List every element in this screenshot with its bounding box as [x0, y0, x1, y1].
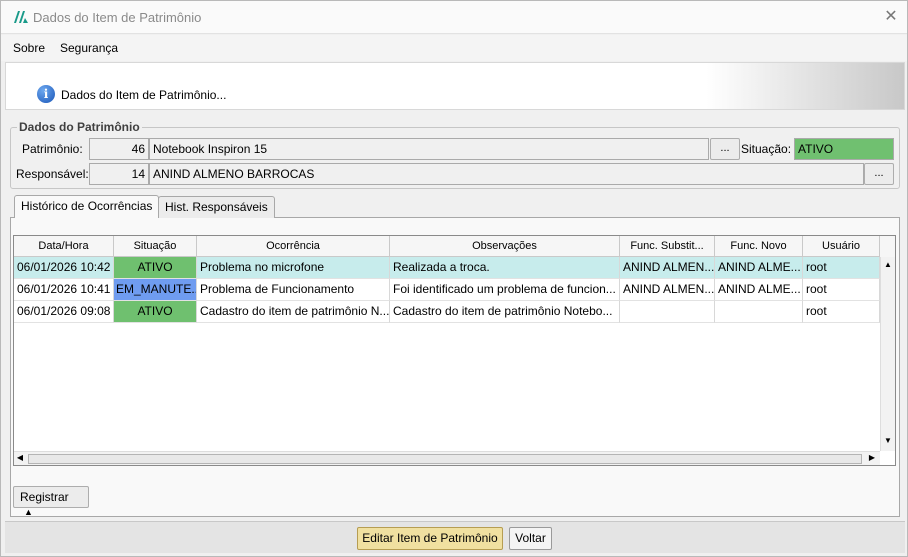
patrimonio-id-field[interactable]: 46 — [89, 138, 149, 160]
tab-hist-responsaveis[interactable]: Hist. Responsáveis — [158, 196, 275, 218]
cell-func-novo: ANIND ALME... — [715, 279, 803, 301]
horizontal-scrollbar[interactable]: ◀ ▶ — [14, 451, 880, 465]
col-func-substituto[interactable]: Func. Substit... — [620, 236, 715, 257]
cell-func-substituto: ANIND ALMEN... — [620, 279, 715, 301]
tab-historico-ocorrencias[interactable]: Histórico de Ocorrências — [14, 195, 160, 218]
header-banner: i Dados do Item de Patrimônio... — [5, 62, 905, 110]
situacao-field: ATIVO — [794, 138, 894, 160]
scroll-down-icon[interactable]: ▼ — [882, 436, 894, 445]
cell-observacoes: Foi identificado um problema de funcion.… — [390, 279, 620, 301]
cell-observacoes: Realizada a troca. — [390, 257, 620, 279]
scroll-left-icon[interactable]: ◀ — [14, 453, 26, 462]
cell-situacao: ATIVO — [114, 257, 197, 279]
col-observacoes[interactable]: Observações — [390, 236, 620, 257]
responsavel-name-field[interactable]: ANIND ALMENO BARROCAS — [149, 163, 864, 185]
cell-usuario: root — [803, 257, 880, 279]
info-icon: i — [37, 85, 55, 103]
registrar-button[interactable]: Registrar ▲ — [13, 486, 89, 517]
menu-sobre[interactable]: Sobre — [13, 41, 45, 55]
edit-item-button[interactable]: Editar Item de Patrimônio — [357, 527, 503, 550]
cell-data-hora: 06/01/2026 10:41 — [14, 279, 114, 301]
col-func-novo[interactable]: Func. Novo — [715, 236, 803, 257]
col-situacao[interactable]: Situação — [114, 236, 197, 257]
dialog-window: Dados do Item de Patrimônio ✕ Sobre Segu… — [0, 0, 908, 557]
registrar-label: Registrar — [20, 490, 69, 504]
footer-bar: Editar Item de Patrimônio Voltar — [5, 521, 905, 553]
cell-ocorrencia: Problema de Funcionamento — [197, 279, 390, 301]
patrimonio-lookup-button[interactable]: ... — [710, 138, 740, 160]
cell-data-hora: 06/01/2026 09:08 — [14, 301, 114, 323]
cell-observacoes: Cadastro do item de patrimônio Notebo... — [390, 301, 620, 323]
cell-func-substituto — [620, 301, 715, 323]
cell-func-substituto: ANIND ALMEN... — [620, 257, 715, 279]
responsavel-label: Responsável: — [16, 167, 89, 181]
patrimonio-desc-field[interactable]: Notebook Inspiron 15 — [149, 138, 709, 160]
menu-bar: Sobre Segurança — [1, 35, 907, 61]
col-data-hora[interactable]: Data/Hora — [14, 236, 114, 257]
cell-usuario: root — [803, 279, 880, 301]
cell-situacao: ATIVO — [114, 301, 197, 323]
title-bar: Dados do Item de Patrimônio ✕ — [1, 1, 907, 34]
scroll-up-icon[interactable]: ▲ — [882, 260, 894, 269]
table-row[interactable]: 06/01/2026 10:41 EM_MANUTE... Problema d… — [14, 279, 880, 301]
app-logo-icon — [14, 11, 28, 23]
cell-ocorrencia: Problema no microfone — [197, 257, 390, 279]
cell-func-novo — [715, 301, 803, 323]
back-button[interactable]: Voltar — [509, 527, 552, 550]
responsavel-lookup-button[interactable]: ... — [864, 163, 894, 185]
ocorrencias-table: Data/Hora Situação Ocorrência Observaçõe… — [13, 235, 896, 466]
cell-data-hora: 06/01/2026 10:42 — [14, 257, 114, 279]
close-icon[interactable]: ✕ — [881, 7, 901, 27]
menu-seguranca[interactable]: Segurança — [60, 41, 118, 55]
cell-situacao: EM_MANUTE... — [114, 279, 197, 301]
caret-up-icon: ▲ — [24, 507, 33, 517]
banner-text: Dados do Item de Patrimônio... — [61, 88, 227, 102]
col-ocorrencia[interactable]: Ocorrência — [197, 236, 390, 257]
cell-ocorrencia: Cadastro do item de patrimônio N... — [197, 301, 390, 323]
window-title: Dados do Item de Patrimônio — [33, 10, 202, 25]
responsavel-id-field[interactable]: 14 — [89, 163, 149, 185]
cell-usuario: root — [803, 301, 880, 323]
table-header: Data/Hora Situação Ocorrência Observaçõe… — [14, 236, 895, 257]
cell-func-novo: ANIND ALME... — [715, 257, 803, 279]
horizontal-scroll-thumb[interactable] — [28, 454, 862, 464]
situacao-label: Situação: — [741, 142, 792, 156]
table-row[interactable]: 06/01/2026 09:08 ATIVO Cadastro do item … — [14, 301, 880, 323]
col-usuario[interactable]: Usuário — [803, 236, 880, 257]
patrimonio-label: Patrimônio: — [22, 142, 83, 156]
patrimonio-group-legend: Dados do Patrimônio — [17, 120, 142, 134]
table-row[interactable]: 06/01/2026 10:42 ATIVO Problema no micro… — [14, 257, 880, 279]
scroll-right-icon[interactable]: ▶ — [866, 453, 878, 462]
vertical-scrollbar[interactable]: ▲ ▼ — [880, 257, 895, 451]
